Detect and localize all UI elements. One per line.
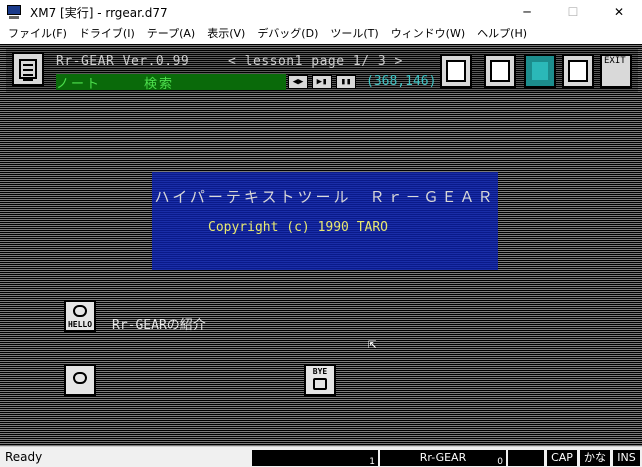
status-field-drive1: 1 (252, 450, 378, 467)
caps-indicator: CAP (547, 450, 577, 466)
window-controls: ─ ☐ ✕ (504, 0, 642, 24)
nav-play-icon[interactable]: ▶▮ (312, 75, 332, 89)
bye-caption: BYE (312, 367, 328, 376)
hello-face-icon[interactable]: HELLO (64, 300, 96, 332)
menu-help[interactable]: ヘルプ(H) (471, 24, 533, 44)
bye-hand-icon[interactable]: BYE (304, 364, 336, 396)
banner-copyright: Copyright (c) 1990 TARO (208, 220, 389, 235)
app-computer-icon[interactable] (6, 4, 22, 20)
drive1-number: 1 (369, 457, 375, 467)
hello-caption: HELLO (67, 320, 93, 329)
title-bar: XM7 [実行] - rrgear.d77 ─ ☐ ✕ (0, 0, 642, 24)
intro-link[interactable]: Rr-GEARの紹介 (112, 314, 206, 333)
menu-window[interactable]: ウィンドウ(W) (385, 24, 471, 44)
mode-note-label[interactable]: ノート (56, 73, 101, 92)
file-tool-icon[interactable] (440, 54, 472, 88)
menu-tools[interactable]: ツール(T) (324, 24, 384, 44)
minimize-button[interactable]: ─ (504, 0, 550, 24)
status-ready: Ready (5, 450, 43, 464)
drive2-label: Rr-GEAR (419, 451, 467, 464)
title-banner: ハイパーテキストツール Ｒｒ－ＧＥＡＲ Copyright (c) 1990 T… (152, 172, 498, 270)
window-title: XM7 [実行] - rrgear.d77 (30, 5, 168, 20)
menu-drive[interactable]: ドライブ(I) (73, 24, 141, 44)
mode-bar: ノート 検索 (56, 73, 286, 92)
emulator-screen[interactable]: Rr-GEAR Ver.0.99 < lesson1 page 1/ 3 > ノ… (0, 44, 642, 446)
exit-tool-icon[interactable]: EXIT (600, 54, 632, 88)
mouse-cursor-icon: ⇱ (368, 336, 377, 352)
character-face-icon[interactable] (64, 364, 96, 396)
status-field-tape (508, 450, 544, 466)
banner-title: ハイパーテキストツール Ｒｒ－ＧＥＡＲ (154, 188, 496, 206)
edit-tool-icon[interactable] (484, 54, 516, 88)
mode-search-label[interactable]: 検索 (144, 73, 174, 92)
rrgear-toolbar: Rr-GEAR Ver.0.99 < lesson1 page 1/ 3 > ノ… (6, 48, 638, 92)
insert-indicator: INS (613, 450, 640, 466)
printer-tool-icon[interactable] (562, 54, 594, 88)
version-label: Rr-GEAR Ver.0.99 (56, 54, 190, 69)
menu-view[interactable]: 表示(V) (201, 24, 251, 44)
text-tool-icon[interactable] (524, 54, 556, 88)
close-button[interactable]: ✕ (596, 0, 642, 24)
exit-label: EXIT (604, 56, 626, 66)
menu-file[interactable]: ファイル(F) (2, 24, 73, 44)
menu-bar: ファイル(F) ドライブ(I) テープ(A) 表示(V) デバッグ(D) ツール… (0, 24, 642, 44)
nav-stop-icon[interactable]: ▮▮ (336, 75, 356, 89)
menu-debug[interactable]: デバッグ(D) (251, 24, 324, 44)
lesson-page-indicator: < lesson1 page 1/ 3 > (228, 54, 403, 69)
status-field-drive2: Rr-GEAR 0 (380, 450, 506, 467)
status-bar: Ready 1 Rr-GEAR 0 CAP かな INS (0, 446, 642, 467)
list-menu-icon[interactable] (12, 52, 44, 86)
drive2-number: 0 (497, 457, 503, 467)
kana-indicator: かな (580, 450, 610, 466)
menu-tape[interactable]: テープ(A) (141, 24, 201, 44)
maximize-button[interactable]: ☐ (550, 0, 596, 24)
cursor-coordinates: (368,146) (366, 74, 437, 89)
nav-prev-icon[interactable]: ◀▶ (288, 75, 308, 89)
